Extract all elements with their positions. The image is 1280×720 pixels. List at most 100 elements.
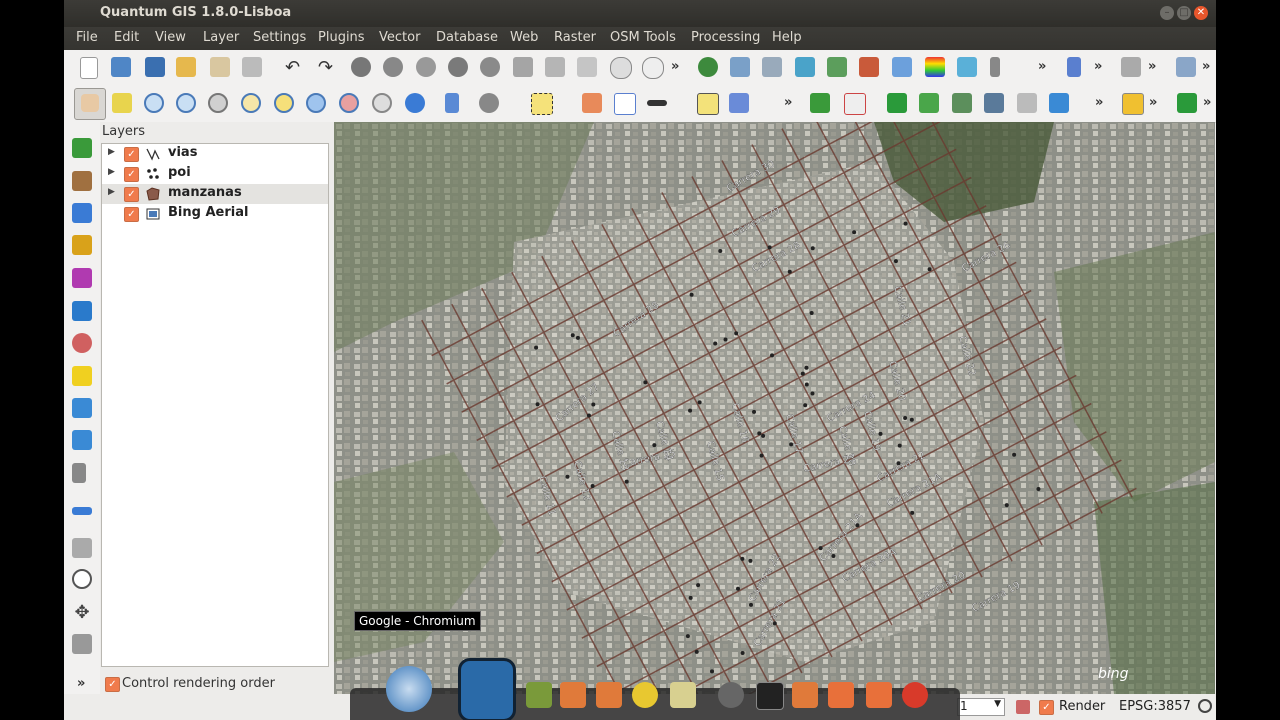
capture-polygon-icon[interactable]: [72, 569, 92, 589]
menu-edit[interactable]: Edit: [114, 30, 139, 45]
undo-icon[interactable]: ↶: [285, 57, 305, 78]
archive-icon[interactable]: [670, 682, 696, 708]
open-project-icon[interactable]: [111, 57, 131, 77]
expand-arrow-icon[interactable]: ▶: [108, 167, 115, 177]
python-console-icon[interactable]: [844, 93, 866, 115]
postgresql-elephant-icon[interactable]: [458, 658, 516, 720]
add-raster-layer-icon[interactable]: [72, 171, 92, 191]
deselect-icon[interactable]: [582, 93, 602, 113]
layer-row[interactable]: ▶ ✓ vias: [102, 144, 328, 164]
select-features-icon[interactable]: [531, 93, 553, 115]
network-icon[interactable]: [1121, 57, 1141, 77]
add-spatialite-layer-icon[interactable]: [72, 235, 92, 255]
save-project-icon[interactable]: [145, 57, 165, 77]
zoom-actual-icon[interactable]: [208, 93, 228, 113]
menu-processing[interactable]: Processing: [691, 30, 760, 45]
print-composer-icon[interactable]: [210, 57, 230, 77]
layer-visibility-checkbox[interactable]: ✓: [124, 167, 139, 182]
toolbar-overflow-icon[interactable]: »: [784, 95, 792, 110]
menu-osm-tools[interactable]: OSM Tools: [610, 30, 676, 45]
gimp-icon[interactable]: [632, 682, 658, 708]
new-shapefile-icon[interactable]: [72, 463, 86, 483]
terminal-icon[interactable]: [756, 682, 784, 710]
node-tool-icon[interactable]: [383, 57, 403, 77]
zoom-out-icon[interactable]: [176, 93, 196, 113]
zoom-full-icon[interactable]: [241, 93, 261, 113]
toolbar-overflow-icon[interactable]: »: [1038, 59, 1046, 74]
remove-layer-icon[interactable]: [72, 398, 92, 418]
identify-icon[interactable]: [445, 93, 459, 113]
elephant-icon[interactable]: [1049, 93, 1069, 113]
scale-combobox[interactable]: 1 ▼: [957, 698, 1005, 716]
menu-vector[interactable]: Vector: [379, 30, 420, 45]
menu-view[interactable]: View: [155, 30, 186, 45]
layer-row[interactable]: ✓ Bing Aerial: [102, 204, 328, 224]
upload-icon[interactable]: [1017, 93, 1037, 113]
add-ring-icon[interactable]: [480, 57, 500, 77]
menu-database[interactable]: Database: [436, 30, 498, 45]
projection-icon[interactable]: [1198, 699, 1212, 713]
digitize-icon[interactable]: [1122, 93, 1144, 115]
globe-icon[interactable]: [698, 57, 718, 77]
spreadsheet-icon[interactable]: [859, 57, 879, 77]
label-abc-icon[interactable]: [1176, 57, 1196, 77]
zoom-next-icon[interactable]: [372, 93, 392, 113]
menu-web[interactable]: Web: [510, 30, 538, 45]
add-layer-icon[interactable]: [810, 93, 830, 113]
help-cursor-icon[interactable]: [1067, 57, 1081, 77]
redo-icon[interactable]: ↷: [318, 57, 338, 78]
windows-icon[interactable]: [892, 57, 912, 77]
close-button[interactable]: ✕: [1194, 6, 1208, 20]
zoom-in-icon[interactable]: [144, 93, 164, 113]
zoom-to-selection-icon[interactable]: [274, 93, 294, 113]
map-tips-icon[interactable]: [697, 93, 719, 115]
postgis-layer-icon[interactable]: [762, 57, 782, 77]
layer-visibility-checkbox[interactable]: ✓: [124, 147, 139, 162]
home-folder-icon[interactable]: [596, 682, 622, 708]
zoom-to-layer-icon[interactable]: [306, 93, 326, 113]
menu-file[interactable]: File: [76, 30, 98, 45]
render-checkbox[interactable]: ✓: [1039, 700, 1054, 715]
home-folder-icon[interactable]: [792, 682, 818, 708]
label-tool-icon[interactable]: [610, 57, 632, 79]
merge-features-icon[interactable]: [545, 57, 565, 77]
menu-plugins[interactable]: Plugins: [318, 30, 365, 45]
control-rendering-order-checkbox[interactable]: ✓: [105, 677, 120, 692]
crs-label[interactable]: EPSG:3857: [1119, 699, 1191, 714]
add-wcs-layer-icon[interactable]: [72, 333, 92, 353]
pan-map-button[interactable]: [74, 88, 106, 120]
expand-arrow-icon[interactable]: ▶: [108, 147, 115, 157]
new-project-icon[interactable]: [80, 57, 98, 79]
layer-row[interactable]: ▶ ✓ poi: [102, 164, 328, 184]
edit-pencil-icon[interactable]: [72, 507, 92, 515]
export-icon[interactable]: [887, 93, 907, 113]
add-delimited-text-icon[interactable]: [72, 430, 92, 450]
simplify-icon[interactable]: [448, 57, 468, 77]
backup-icon[interactable]: [866, 682, 892, 708]
menu-settings[interactable]: Settings: [253, 30, 306, 45]
minimize-button[interactable]: –: [1160, 6, 1174, 20]
power-icon[interactable]: [902, 682, 928, 708]
add-wms-layer-icon[interactable]: [72, 301, 92, 321]
move-feature-icon[interactable]: ✥: [72, 602, 92, 623]
document-icon[interactable]: [828, 682, 854, 708]
shield-icon[interactable]: [984, 93, 1004, 113]
lock-icon[interactable]: [1016, 700, 1030, 714]
settings-gear-icon[interactable]: [718, 682, 744, 708]
toolbar-overflow-icon[interactable]: »: [1148, 59, 1156, 74]
save-as-icon[interactable]: [176, 57, 196, 77]
layer-visibility-checkbox[interactable]: ✓: [124, 187, 139, 202]
chromium-icon[interactable]: [386, 666, 432, 712]
pan-to-selection-icon[interactable]: [112, 93, 132, 113]
split-features-icon[interactable]: [513, 57, 533, 77]
qgis-icon[interactable]: [526, 682, 552, 708]
profile-chart-icon[interactable]: [827, 57, 847, 77]
toolbar-overflow-icon[interactable]: »: [1202, 59, 1210, 74]
postgis-icon[interactable]: [730, 57, 750, 77]
expand-arrow-icon[interactable]: ▶: [108, 187, 115, 197]
georeferencer-icon[interactable]: [795, 57, 815, 77]
bookmark-icon[interactable]: [729, 93, 749, 113]
menu-layer[interactable]: Layer: [203, 30, 239, 45]
refresh-icon[interactable]: [405, 93, 425, 113]
toolbar-overflow-icon[interactable]: »: [671, 59, 679, 74]
